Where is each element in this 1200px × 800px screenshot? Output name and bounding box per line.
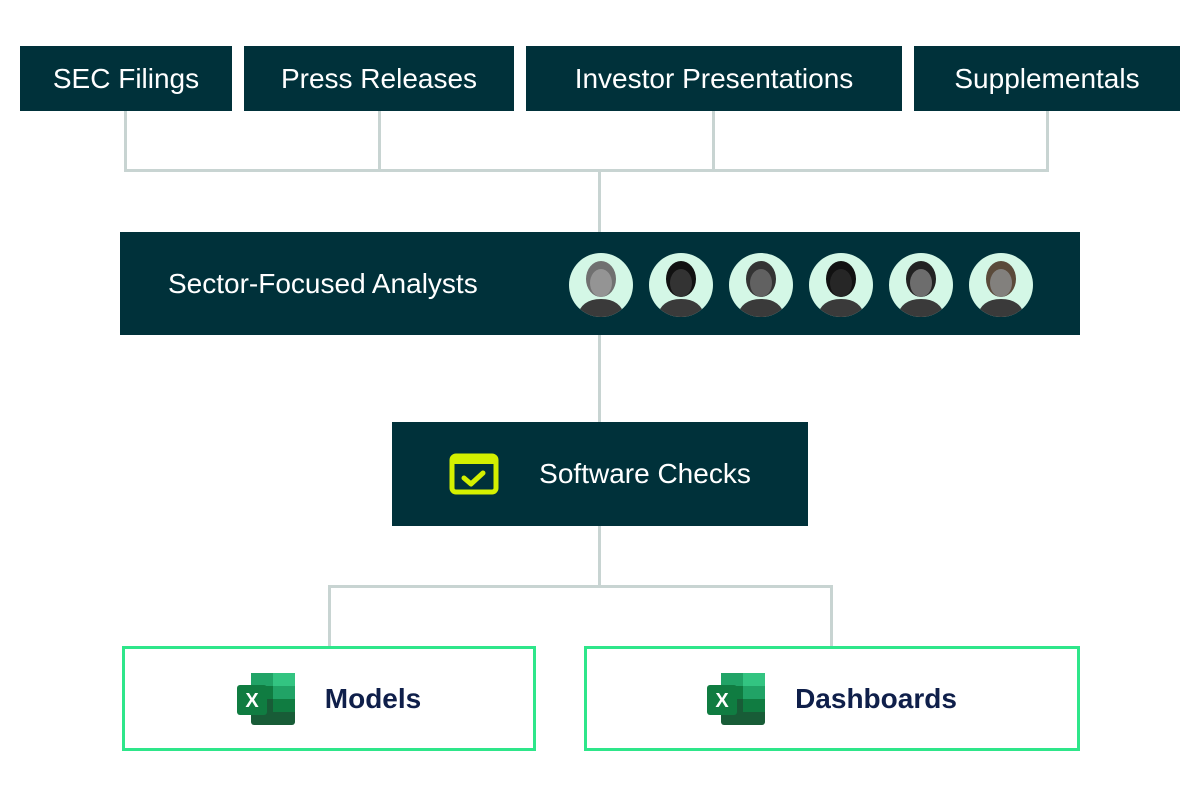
connector bbox=[712, 111, 715, 172]
analyst-avatar bbox=[809, 253, 873, 317]
analyst-avatar bbox=[569, 253, 633, 317]
connector bbox=[328, 585, 833, 588]
source-supplementals: Supplementals bbox=[914, 46, 1180, 111]
analyst-avatar bbox=[649, 253, 713, 317]
source-label: Supplementals bbox=[954, 62, 1140, 94]
excel-icon: X bbox=[707, 672, 766, 725]
excel-icon: X bbox=[236, 672, 295, 725]
source-sec-filings: SEC Filings bbox=[20, 46, 232, 111]
svg-text:X: X bbox=[245, 690, 259, 712]
source-label: Investor Presentations bbox=[574, 62, 854, 94]
connector bbox=[328, 585, 331, 648]
connector bbox=[830, 585, 833, 648]
source-label: Press Releases bbox=[280, 62, 478, 94]
checkbox-window-icon bbox=[449, 453, 499, 495]
output-dashboards: X Dashboards bbox=[584, 646, 1080, 751]
connector bbox=[124, 169, 1049, 172]
source-label: SEC Filings bbox=[52, 62, 200, 94]
analyst-avatar bbox=[969, 253, 1033, 317]
connector bbox=[124, 111, 127, 172]
connector bbox=[1046, 111, 1049, 172]
output-models: X Models bbox=[122, 646, 536, 751]
software-checks-label: Software Checks bbox=[539, 458, 751, 489]
analysts-label: Sector-Focused Analysts bbox=[168, 267, 478, 299]
source-press-releases: Press Releases bbox=[244, 46, 514, 111]
analyst-avatar bbox=[889, 253, 953, 317]
svg-text:X: X bbox=[715, 690, 729, 712]
analyst-avatar bbox=[729, 253, 793, 317]
output-label: Dashboards bbox=[795, 682, 957, 714]
software-checks-box: Software Checks bbox=[392, 422, 808, 526]
connector bbox=[378, 111, 381, 172]
connector bbox=[598, 520, 601, 588]
source-investor-presentations: Investor Presentations bbox=[526, 46, 902, 111]
output-label: Models bbox=[324, 682, 422, 714]
